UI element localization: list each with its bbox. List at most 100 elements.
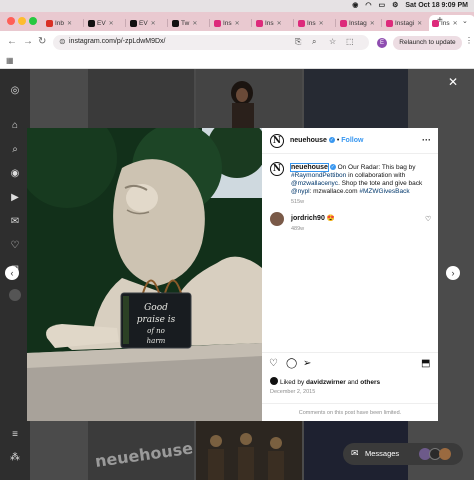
zoom-icon[interactable]: ⌕: [312, 37, 316, 47]
comment-like-icon[interactable]: ♡: [425, 215, 431, 223]
close-tab-icon[interactable]: ✕: [319, 20, 324, 27]
home-icon[interactable]: ⌂: [9, 120, 21, 132]
more-menu-icon[interactable]: ≡: [9, 429, 21, 441]
instagram-logo-icon[interactable]: ◎: [9, 85, 21, 97]
browser-tab[interactable]: Inb ✕: [43, 15, 83, 31]
close-tab-icon[interactable]: ✕: [235, 20, 240, 27]
comment-username[interactable]: jordrich90: [291, 215, 325, 222]
portrait-photo: [231, 81, 254, 129]
comment-age[interactable]: 489w: [291, 226, 431, 232]
browser-tab[interactable]: Instagi ✕: [383, 15, 427, 31]
svg-text:harm: harm: [147, 337, 166, 345]
notifications-heart-icon[interactable]: ♡: [9, 240, 21, 252]
comment-text: 😍: [326, 215, 335, 222]
svg-text:praise is: praise is: [137, 315, 176, 325]
caption-age[interactable]: 515w: [291, 198, 431, 206]
battery-icon[interactable]: ▭: [378, 1, 385, 9]
tab-label: Tw: [181, 19, 190, 27]
close-tab-icon[interactable]: ✕: [370, 20, 375, 27]
messages-label: Messages: [365, 449, 400, 458]
grid-thumbnail[interactable]: [196, 421, 302, 480]
share-icon[interactable]: ➢: [303, 358, 311, 369]
likes-user[interactable]: davidzwirner: [306, 379, 346, 386]
comment: jordrich90 😍 489w: [291, 214, 431, 232]
menu-bar-clock[interactable]: Sat Oct 18 9:09 PM: [405, 2, 468, 9]
browser-tab[interactable]: Ins ✕: [211, 15, 251, 31]
browser-tab[interactable]: Ins ✕: [253, 15, 293, 31]
commenter-avatar[interactable]: [270, 212, 284, 226]
save-bookmark-icon[interactable]: ⬒: [421, 358, 430, 369]
post-author-username[interactable]: neuehouse: [290, 137, 327, 144]
explore-icon[interactable]: ◉: [9, 168, 21, 180]
browser-menu-icon[interactable]: ⋮: [465, 36, 473, 45]
address-url[interactable]: instagram.com/p/-zpLdwM9Dx/: [69, 38, 165, 45]
tab-separator: [335, 19, 336, 27]
search-icon[interactable]: ⌕: [9, 144, 21, 156]
browser-tab[interactable]: Instag ✕: [337, 15, 381, 31]
apps-grid-icon[interactable]: ▦: [6, 56, 14, 65]
chrome-menu-icon[interactable]: ◉: [352, 1, 358, 9]
like-icon[interactable]: ♡: [269, 358, 278, 369]
reload-button[interactable]: ↻: [38, 36, 46, 47]
threads-icon[interactable]: ⁂: [9, 452, 21, 464]
grid-thumbnail[interactable]: neuehouse: [88, 421, 194, 480]
svg-text:neuehouse: neuehouse: [94, 438, 194, 471]
tab-label: EV: [97, 19, 106, 27]
grid-thumbnail[interactable]: [304, 69, 408, 129]
browser-tab[interactable]: Tw ✕: [169, 15, 209, 31]
messenger-icon: ✉: [351, 448, 359, 458]
caption-author-avatar[interactable]: N: [270, 162, 284, 176]
messenger-icon[interactable]: ✉: [9, 216, 21, 228]
caption-link[interactable]: #MZWGivesBack: [359, 188, 409, 195]
new-tab-button[interactable]: +: [437, 15, 443, 26]
relaunch-button[interactable]: Relaunch to update: [393, 36, 462, 50]
back-button[interactable]: ←: [7, 36, 17, 47]
tab-strip: Inb ✕ EV ✕ EV ✕ Tw ✕ Ins ✕ Ins ✕ Ins ✕ Instag ✕ Instagi ✕…: [0, 12, 474, 31]
reels-icon[interactable]: ▶: [9, 192, 21, 204]
follow-button[interactable]: Follow: [341, 137, 363, 144]
likes-prefix: Liked by: [280, 379, 307, 386]
bookmark-star-icon[interactable]: ☆: [329, 37, 336, 46]
previous-post-button[interactable]: ‹: [5, 266, 19, 280]
tab-search-chevron-icon[interactable]: ⌄: [462, 17, 468, 25]
messages-button[interactable]: ✉ Messages: [343, 443, 463, 465]
next-post-button[interactable]: ›: [446, 266, 460, 280]
liker-avatar[interactable]: [270, 377, 278, 385]
browser-tab[interactable]: EV ✕: [127, 15, 167, 31]
browser-tab[interactable]: EV ✕: [85, 15, 125, 31]
close-tab-icon[interactable]: ✕: [192, 20, 197, 27]
extensions-icon[interactable]: ⬚: [346, 37, 354, 46]
close-tab-icon[interactable]: ✕: [67, 20, 72, 27]
profile-icon[interactable]: [9, 289, 21, 301]
browser-tab[interactable]: Ins ✕: [295, 15, 335, 31]
zoom-window-button[interactable]: [29, 17, 37, 25]
cast-icon[interactable]: ⎘: [295, 37, 301, 47]
post-author-avatar[interactable]: N: [270, 134, 284, 148]
grid-thumbnail[interactable]: [196, 69, 302, 129]
close-tab-icon[interactable]: ✕: [453, 20, 458, 27]
likes-others[interactable]: others: [360, 379, 380, 386]
site-info-icon[interactable]: ⊜: [59, 37, 66, 46]
address-bar[interactable]: ⊜ instagram.com/p/-zpLdwM9Dx/ ⎘ ⌕ ☆ ⬚: [53, 35, 369, 50]
close-modal-icon[interactable]: ✕: [448, 75, 458, 89]
crowd-photo: [208, 433, 284, 480]
profile-avatar[interactable]: E: [377, 38, 387, 48]
close-window-button[interactable]: [7, 17, 15, 25]
close-tab-icon[interactable]: ✕: [417, 20, 422, 27]
caption-link[interactable]: @mzwallacenyc: [291, 180, 338, 187]
comment-icon[interactable]: ◯: [286, 358, 297, 369]
caption-link[interactable]: @nypl: [291, 188, 310, 195]
more-options-icon[interactable]: ···: [422, 135, 431, 145]
caption-username[interactable]: neuehouse: [290, 163, 329, 172]
close-tab-icon[interactable]: ✕: [151, 20, 156, 27]
close-tab-icon[interactable]: ✕: [277, 20, 282, 27]
control-center-icon[interactable]: ⚙: [392, 1, 398, 9]
caption-link[interactable]: #RaymondPettibon: [291, 172, 346, 179]
minimize-window-button[interactable]: [18, 17, 26, 25]
tab-label: Ins: [265, 19, 274, 27]
grid-thumbnail[interactable]: [88, 69, 194, 129]
tab-separator: [167, 19, 168, 27]
wifi-icon[interactable]: ◠: [365, 1, 371, 9]
forward-button[interactable]: →: [23, 36, 33, 47]
close-tab-icon[interactable]: ✕: [109, 20, 114, 27]
